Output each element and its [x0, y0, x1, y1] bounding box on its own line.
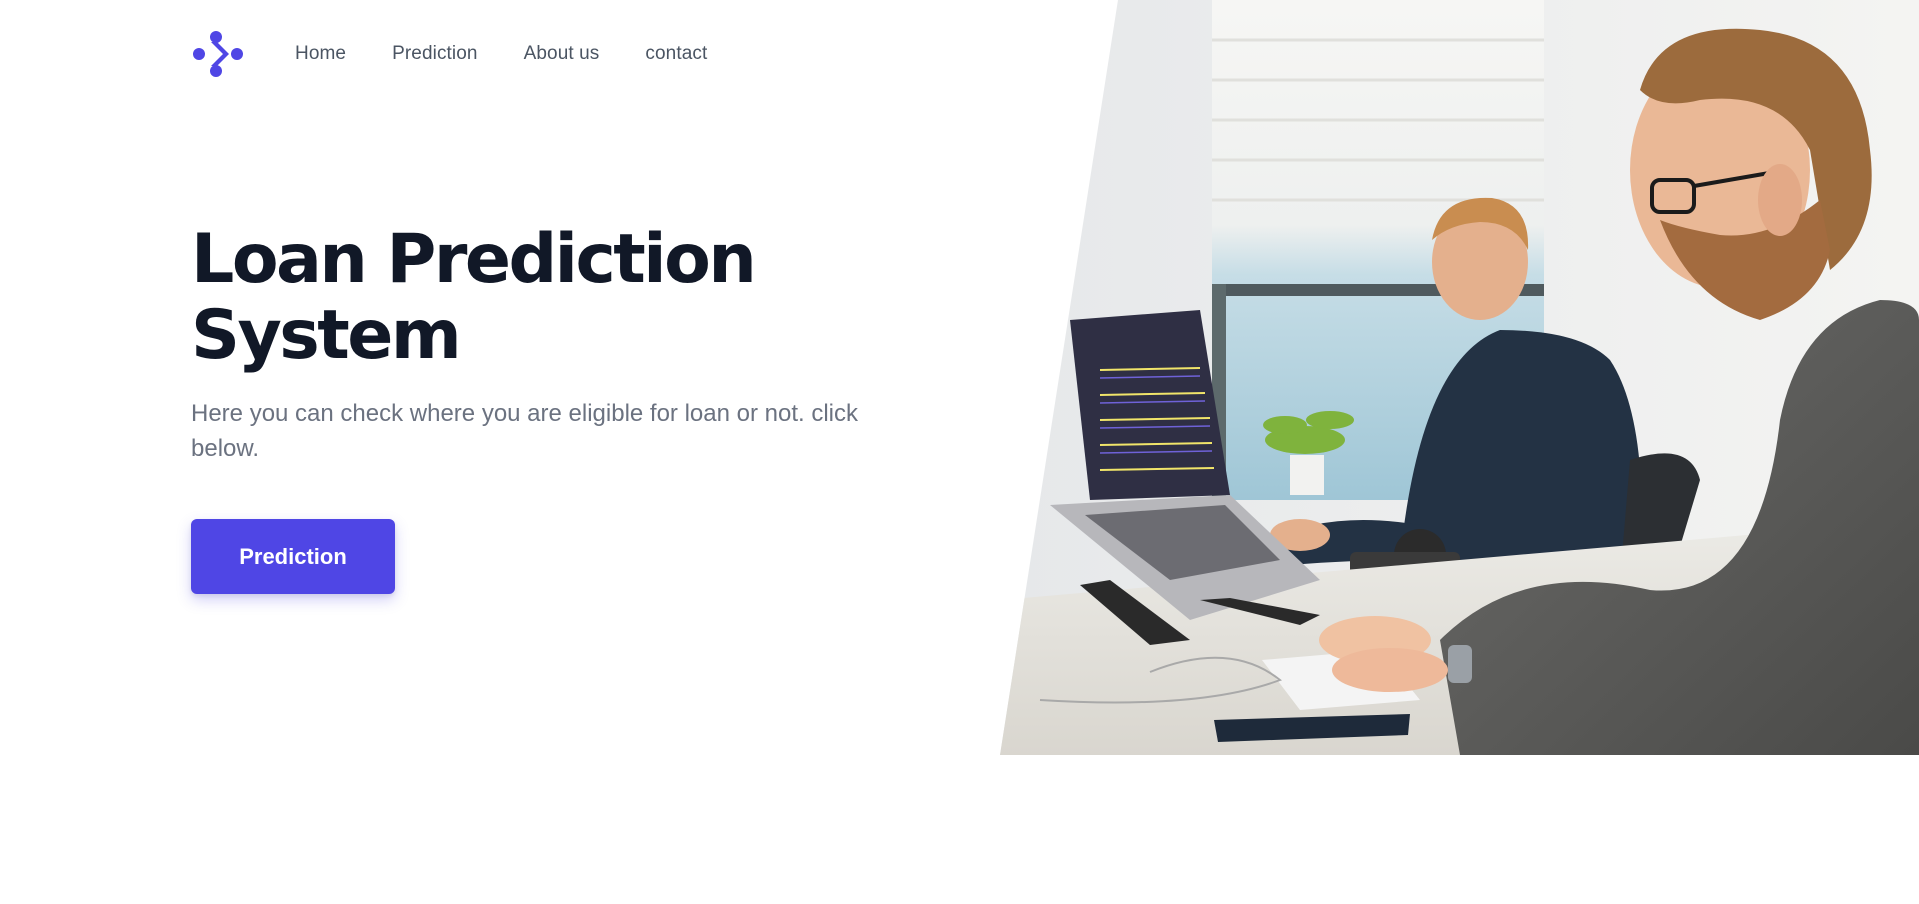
prediction-button[interactable]: Prediction: [191, 519, 395, 594]
hero-office-photo: [1000, 0, 1919, 755]
landing-page: Home Prediction About us contact Loan Pr…: [0, 0, 1919, 904]
hero-title-line-1: Loan Prediction: [191, 220, 757, 299]
hero-title: Loan Prediction System: [191, 222, 811, 374]
nav-link-home[interactable]: Home: [295, 43, 346, 65]
nav-links: Home Prediction About us contact: [295, 43, 707, 65]
hero-description: Here you can check where you are eligibl…: [191, 400, 859, 462]
photo-content: [1000, 0, 1919, 755]
top-nav: Home Prediction About us contact: [191, 28, 707, 80]
nav-link-about-us[interactable]: About us: [524, 43, 600, 65]
nav-link-contact[interactable]: contact: [645, 43, 707, 65]
nav-link-prediction[interactable]: Prediction: [392, 43, 478, 65]
hero-title-line-2: System: [191, 296, 462, 375]
brand-logo-icon[interactable]: [191, 28, 245, 80]
hero-section: Loan Prediction System Here you can chec…: [191, 222, 951, 466]
